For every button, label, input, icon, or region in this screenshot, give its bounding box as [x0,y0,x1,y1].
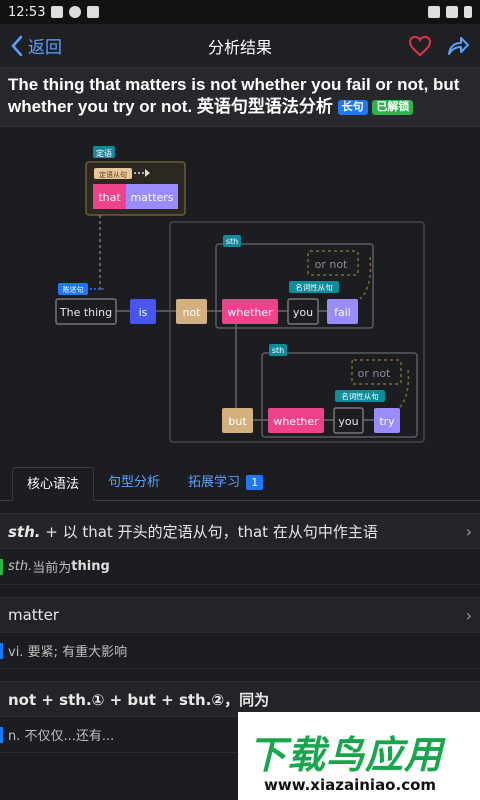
label-statement: 陈述句 [63,285,84,294]
heart-icon[interactable] [408,35,432,57]
grammar-title-2: matter [8,606,59,624]
tab-bar: 核心语法 句型分析 拓展学习 1 [0,461,480,501]
blue-bar [0,643,3,659]
battery-icon [464,6,472,18]
word-or-not-1: or not [315,258,348,271]
tab-core-grammar[interactable]: 核心语法 [12,467,95,501]
word-matters: matters [130,191,173,204]
label-sth-2: sth [272,346,284,355]
tab-sentence-analysis[interactable]: 句型分析 [94,466,174,500]
nav-bar: 返回 分析结果 [0,24,480,68]
label-noun-clause-1: 名词性从句 [295,282,333,292]
grammar-section-1: sth. + 以 that 开头的定语从句，that 在从句中作主语 › sth… [0,513,480,585]
tab-badge: 1 [246,475,264,490]
word-not: not [182,306,201,319]
grammar-note-text-2: vi. 要紧; 有重大影响 [8,645,128,660]
word-whether-2: whether [273,415,319,428]
word-the-thing: The thing [59,306,112,319]
grammar-header-1[interactable]: sth. + 以 that 开头的定语从句，that 在从句中作主语 › [0,513,480,549]
unlocked-badge: 已解锁 [372,100,414,115]
diagram-svg: 定语 定语从句 陈述句 sth sth 名词性从句 名词性从句 that mat… [55,146,425,443]
watermark-url: www.xiazainiao.com [264,776,437,794]
grammar-note-2: vi. 要紧; 有重大影响 [0,633,480,669]
sentence-diagram: 定语 定语从句 陈述句 sth sth 名词性从句 名词性从句 that mat… [0,127,480,461]
blue-bar [0,727,3,743]
app-icon [69,6,82,18]
sth-note-label: sth. [8,559,33,574]
word-is: is [139,306,148,319]
back-label: 返回 [28,38,62,58]
word-try: try [379,415,395,428]
back-button[interactable]: 返回 [10,33,62,58]
word-you-1: you [293,306,313,319]
grammar-note-text-1: 当前为 [32,561,72,576]
long-sentence-badge: 长句 [337,100,368,115]
chevron-right-icon: › [465,521,472,541]
grammar-title-3: not + sth.① + but + sth.②，同为 [8,690,270,709]
green-bar [0,559,3,575]
chevron-left-icon [11,35,23,56]
word-that: that [98,191,121,204]
word-or-not-2: or not [358,367,391,380]
tab-extended-label: 拓展学习 [188,475,241,490]
sentence-panel: The thing that matters is not whether yo… [0,68,480,127]
grammar-title-1: + 以 that 开头的定语从句，that 在从句中作主语 [40,522,378,541]
label-noun-clause-2: 名词性从句 [341,391,379,401]
chevron-right-icon: › [465,605,472,625]
watermark: 下载鸟应用 www.xiazainiao.com [238,712,480,800]
sth-label: sth. [8,522,41,541]
label-sth-1: sth [226,237,238,246]
watermark-brand: 下载鸟应用 [248,733,444,777]
word-you-2: you [338,415,358,428]
word-whether-1: whether [227,306,273,319]
wifi-icon [428,6,440,18]
status-bar: 12:53 [0,0,480,24]
clock: 12:53 [8,4,46,20]
share-icon[interactable] [446,35,470,57]
word-fail: fail [334,306,351,319]
grammar-note-text-3: n. 不仅仅...还有... [8,729,115,744]
signal-icon [446,6,458,18]
word-but: but [228,415,247,428]
tab-extended-learning[interactable]: 拓展学习 1 [174,466,277,500]
label-attributive-clause: 定语从句 [99,170,127,179]
cloud-icon [51,6,64,18]
grammar-header-2[interactable]: matter › [0,597,480,633]
grammar-note-bold-1: thing [71,559,110,574]
label-attributive: 定语 [96,148,112,158]
grammar-note-1: sth. 当前为 thing [0,549,480,585]
file-icon [87,6,100,18]
grammar-section-2: matter › vi. 要紧; 有重大影响 [0,597,480,669]
